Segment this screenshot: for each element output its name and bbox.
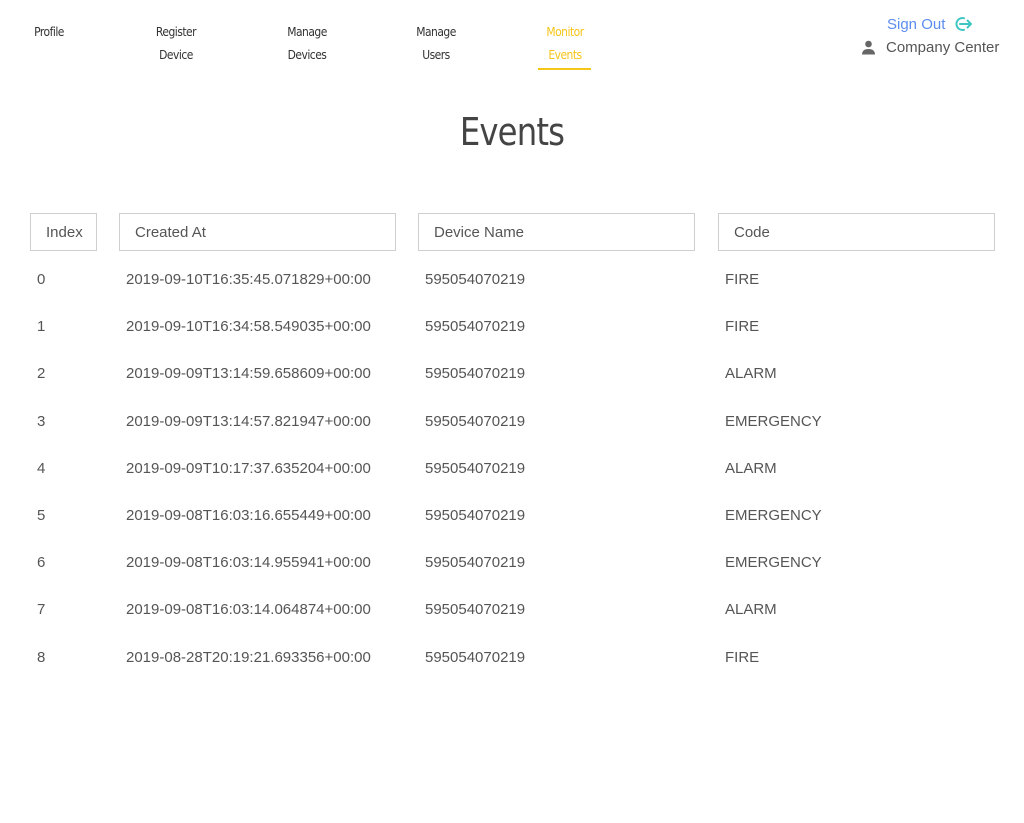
cell-code: FIRE	[725, 318, 760, 336]
nav-monitor-events-line1: Monitor	[546, 24, 584, 39]
column-header-code-label: Code	[734, 223, 770, 241]
nav-register-device-line1: Register	[155, 24, 197, 39]
cell-code: FIRE	[725, 648, 760, 666]
page-title: Events	[459, 110, 565, 154]
column-header-created-at: Created At	[119, 213, 396, 251]
column-header-index: Index	[30, 213, 97, 251]
cell-index: 2	[37, 365, 46, 383]
nav-monitor-events-line2: Events	[548, 47, 582, 62]
cell-index: 6	[37, 554, 46, 572]
table-row: 7 2019-09-08T16:03:14.064874+00:00 59505…	[0, 586, 1024, 633]
cell-device-name: 595054070219	[425, 459, 526, 477]
cell-code: ALARM	[725, 365, 777, 383]
nav-manage-users-line1: Manage	[416, 24, 456, 39]
top-nav: Profile Register Device Manage Devices M…	[0, 0, 1024, 80]
nav-manage-devices-line2: Devices	[287, 47, 327, 62]
column-header-device-name: Device Name	[418, 213, 695, 251]
cell-device-name: 595054070219	[425, 554, 526, 572]
cell-device-name: 595054070219	[425, 271, 526, 288]
cell-device-name: 595054070219	[425, 318, 526, 336]
cell-code: ALARM	[725, 601, 777, 619]
cell-code: EMERGENCY	[725, 412, 822, 430]
sign-out-label: Sign Out	[887, 15, 946, 33]
cell-code: EMERGENCY	[725, 554, 822, 572]
cell-device-name: 595054070219	[425, 506, 526, 524]
cell-created-at: 2019-09-08T16:03:14.955941+00:00	[126, 554, 371, 572]
nav-register-device-line2: Device	[159, 47, 193, 62]
nav-manage-users-line2: Users	[422, 47, 450, 62]
table-row: 8 2019-08-28T20:19:21.693356+00:00 59505…	[0, 634, 1024, 681]
table-row: 3 2019-09-09T13:14:57.821947+00:00 59505…	[0, 398, 1024, 445]
cell-index: 4	[37, 459, 46, 477]
nav-manage-users[interactable]: Manage Users	[406, 20, 466, 66]
cell-code: ALARM	[725, 459, 777, 477]
cell-index: 0	[37, 271, 46, 288]
sign-out-icon	[955, 17, 973, 31]
company-center-link[interactable]: Company Center	[861, 37, 999, 57]
active-tab-indicator	[538, 68, 591, 70]
cell-code: FIRE	[725, 271, 760, 288]
cell-index: 7	[37, 601, 46, 619]
cell-index: 1	[37, 318, 46, 336]
column-header-code: Code	[718, 213, 995, 251]
events-table-body: 0 2019-09-10T16:35:45.071829+00:00 59505…	[0, 256, 1024, 681]
table-row: 0 2019-09-10T16:35:45.071829+00:00 59505…	[0, 256, 1024, 303]
cell-device-name: 595054070219	[425, 648, 526, 666]
table-row: 1 2019-09-10T16:34:58.549035+00:00 59505…	[0, 303, 1024, 350]
nav-register-device[interactable]: Register Device	[146, 20, 206, 66]
cell-created-at: 2019-09-10T16:35:45.071829+00:00	[126, 271, 371, 288]
cell-index: 3	[37, 412, 46, 430]
sign-out-link[interactable]: Sign Out	[887, 14, 973, 34]
user-icon	[862, 40, 875, 54]
cell-index: 8	[37, 648, 46, 666]
cell-created-at: 2019-09-09T10:17:37.635204+00:00	[126, 459, 371, 477]
table-row: 6 2019-09-08T16:03:14.955941+00:00 59505…	[0, 539, 1024, 586]
cell-created-at: 2019-09-09T13:14:59.658609+00:00	[126, 365, 371, 383]
nav-manage-devices-line1: Manage	[287, 24, 327, 39]
column-header-created-at-label: Created At	[135, 223, 206, 241]
cell-device-name: 595054070219	[425, 412, 526, 430]
nav-profile-label: Profile	[34, 24, 64, 39]
nav-manage-devices[interactable]: Manage Devices	[277, 20, 337, 66]
company-center-label: Company Center	[886, 38, 1000, 56]
cell-code: EMERGENCY	[725, 506, 822, 524]
table-row: 5 2019-09-08T16:03:16.655449+00:00 59505…	[0, 492, 1024, 539]
nav-monitor-events[interactable]: Monitor Events	[535, 20, 595, 66]
cell-created-at: 2019-09-10T16:34:58.549035+00:00	[126, 318, 371, 336]
cell-created-at: 2019-09-09T13:14:57.821947+00:00	[126, 412, 371, 430]
column-header-device-name-label: Device Name	[434, 223, 525, 241]
table-row: 2 2019-09-09T13:14:59.658609+00:00 59505…	[0, 350, 1024, 397]
table-row: 4 2019-09-09T10:17:37.635204+00:00 59505…	[0, 445, 1024, 492]
cell-created-at: 2019-09-08T16:03:16.655449+00:00	[126, 506, 371, 524]
cell-device-name: 595054070219	[425, 365, 526, 383]
cell-created-at: 2019-08-28T20:19:21.693356+00:00	[126, 648, 371, 666]
nav-profile[interactable]: Profile	[28, 20, 71, 43]
cell-created-at: 2019-09-08T16:03:14.064874+00:00	[126, 601, 371, 619]
column-header-index-label: Index	[46, 223, 83, 241]
cell-index: 5	[37, 506, 46, 524]
cell-device-name: 595054070219	[425, 601, 526, 619]
